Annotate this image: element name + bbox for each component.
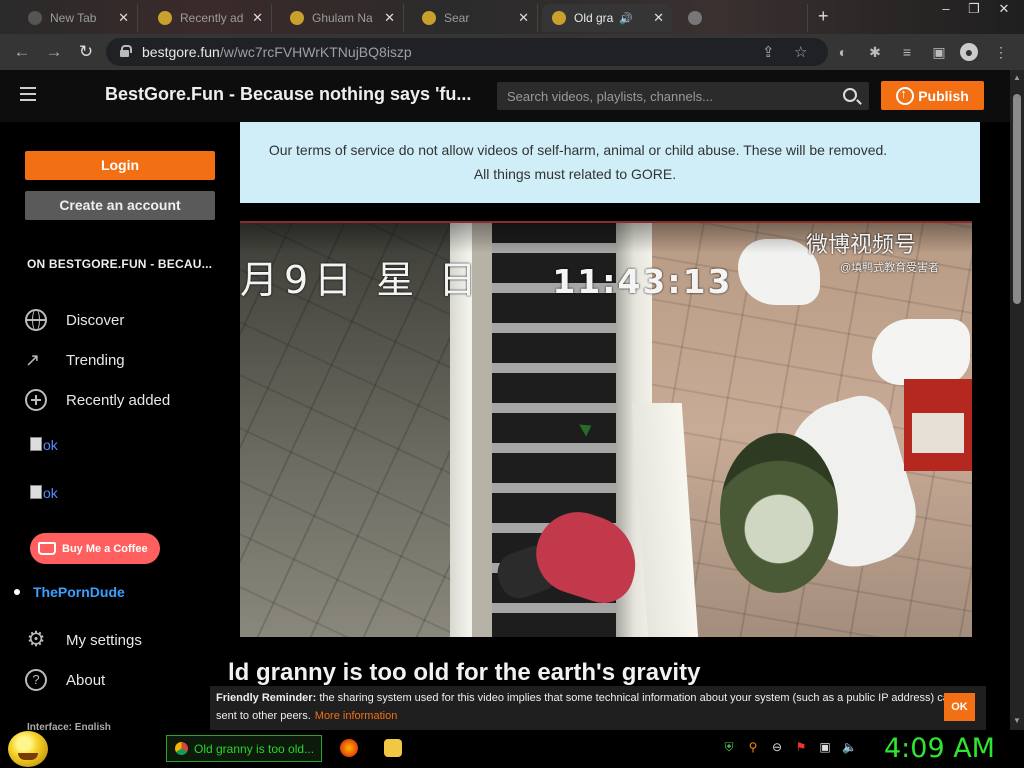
- search-input[interactable]: [497, 82, 827, 110]
- cookie-notice: Friendly Reminder: the sharing system us…: [210, 686, 986, 730]
- close-tab-icon[interactable]: ✕: [653, 10, 664, 26]
- tab-favicon-icon: [688, 11, 702, 25]
- video-player[interactable]: 月9日 星 日 11:43:13 微博视频号 @填鸭式教育受害者: [240, 221, 972, 637]
- profile-avatar-icon[interactable]: ●: [960, 43, 978, 61]
- close-tab-icon[interactable]: ✕: [118, 10, 129, 26]
- extensions-puzzle-icon[interactable]: ✱: [866, 43, 884, 61]
- create-account-button[interactable]: Create an account: [25, 191, 215, 220]
- scrollbar-thumb[interactable]: [1013, 94, 1021, 304]
- reload-icon[interactable]: ↻: [76, 42, 96, 62]
- browser-menu-icon[interactable]: ⋮: [992, 43, 1010, 61]
- video-title: ld granny is too old for the earth's gra…: [228, 659, 701, 686]
- notice-line-2: All things must related to GORE.: [473, 166, 677, 182]
- tab-audio-icon[interactable]: 🔊: [619, 12, 633, 25]
- scroll-up-icon[interactable]: ▲: [1013, 73, 1021, 82]
- site-title[interactable]: BestGore.Fun - Because nothing says 'fu.…: [105, 84, 490, 105]
- browser-toolbar: ← → ↻ bestgore.fun/w/wc7rcFVHWrKTNujBQ8i…: [0, 34, 1024, 70]
- plus-circle-icon: [25, 389, 47, 411]
- external-link-item[interactable]: ThePornDude: [14, 584, 125, 600]
- broken-image-link[interactable]: ok: [30, 437, 58, 453]
- media-control-icon[interactable]: ≡: [898, 43, 916, 61]
- file-explorer-icon[interactable]: [384, 739, 402, 757]
- broken-image-icon: [30, 485, 42, 499]
- close-tab-icon[interactable]: ✕: [384, 10, 395, 26]
- back-icon[interactable]: ←: [12, 42, 32, 62]
- sidebar-item-trending[interactable]: ↗ Trending: [25, 347, 125, 373]
- login-button[interactable]: Login: [25, 151, 215, 180]
- share-icon[interactable]: ⇪: [762, 43, 775, 61]
- sidebar-item-about[interactable]: ? About: [25, 667, 105, 693]
- broken-image-link[interactable]: ok: [30, 485, 58, 501]
- tab-favicon-icon: [158, 11, 172, 25]
- sidebar: Login Create an account ON BESTGORE.FUN …: [0, 122, 240, 730]
- close-window-icon[interactable]: ✕: [990, 0, 1018, 22]
- address-url[interactable]: bestgore.fun/w/wc7rcFVHWrKTNujBQ8iszp: [142, 44, 412, 60]
- browser-tab[interactable]: Sear ✕: [412, 4, 538, 32]
- page-scrollbar[interactable]: ▲ ▼: [1010, 70, 1024, 730]
- bullet: [14, 589, 20, 595]
- security-shield-icon[interactable]: ⛨: [722, 740, 736, 754]
- browser-tab-strip: New Tab ✕ Recently ad ✕ Ghulam Na ✕ Sear…: [0, 0, 1024, 34]
- publish-button[interactable]: Publish: [881, 81, 984, 110]
- notice-line-1: Our terms of service do not allow videos…: [268, 142, 888, 158]
- flag-icon[interactable]: ⚑: [794, 740, 808, 754]
- scroll-down-icon[interactable]: ▼: [1013, 716, 1021, 725]
- new-tab-icon[interactable]: +: [818, 6, 829, 27]
- help-icon: ?: [25, 669, 47, 691]
- cookie-ok-button[interactable]: OK: [944, 693, 975, 721]
- browser-tab[interactable]: [678, 4, 808, 32]
- side-panel-icon[interactable]: ▣: [930, 43, 948, 61]
- sidebar-item-my-settings[interactable]: ⚙ My settings: [25, 627, 142, 653]
- video-watermark: 微博视频号 @填鸭式教育受害者: [806, 233, 940, 274]
- globe-icon: [25, 309, 47, 331]
- hamburger-menu-icon[interactable]: [20, 87, 36, 103]
- sidebar-item-discover[interactable]: Discover: [25, 307, 124, 333]
- interface-language[interactable]: Interface: English: [27, 722, 111, 730]
- taskbar-window-button[interactable]: Old granny is too old...: [166, 735, 322, 762]
- close-tab-icon[interactable]: ✕: [252, 10, 263, 26]
- lock-icon: [120, 45, 132, 57]
- tab-favicon-icon: [552, 11, 566, 25]
- gear-icon: ⚙: [26, 628, 46, 651]
- sidebar-section-heading: ON BESTGORE.FUN - BECAU...: [27, 257, 213, 271]
- minimize-icon[interactable]: –: [932, 0, 960, 22]
- coffee-cup-icon: [38, 542, 56, 555]
- buy-me-a-coffee-button[interactable]: Buy Me a Coffee: [30, 533, 160, 564]
- search-icon[interactable]: [843, 88, 857, 102]
- video-timestamp-overlay: 月9日 星 日 11:43:13: [240, 258, 733, 302]
- upload-icon: [896, 86, 915, 105]
- tab-favicon-icon: [422, 11, 436, 25]
- tab-favicon-icon: [28, 11, 42, 25]
- chrome-icon: [175, 742, 188, 755]
- site-header: BestGore.Fun - Because nothing says 'fu.…: [0, 70, 1010, 122]
- trending-icon: ↗: [25, 350, 41, 370]
- minus-circle-icon[interactable]: ⊖: [770, 740, 784, 754]
- sidebar-item-recently-added[interactable]: Recently added: [25, 387, 170, 413]
- search-tray-icon[interactable]: ⚲: [746, 740, 760, 754]
- bookmark-star-icon[interactable]: ☆: [794, 43, 807, 61]
- forward-icon[interactable]: →: [44, 42, 64, 62]
- tab-favicon-icon: [290, 11, 304, 25]
- terms-notice-banner: Our terms of service do not allow videos…: [240, 122, 980, 203]
- browser-tab[interactable]: New Tab ✕: [18, 4, 138, 32]
- firefox-icon[interactable]: [340, 739, 358, 757]
- search-bar: [497, 82, 869, 110]
- close-tab-icon[interactable]: ✕: [518, 10, 529, 26]
- network-icon[interactable]: ▣: [818, 740, 832, 754]
- browser-tab[interactable]: Recently ad ✕: [148, 4, 272, 32]
- start-button-smiley-icon[interactable]: [8, 731, 48, 767]
- broken-image-icon: [30, 437, 42, 451]
- browser-tab-active[interactable]: Old gra 🔊 ✕: [542, 4, 672, 32]
- volume-icon[interactable]: 🔈: [842, 740, 857, 754]
- maximize-icon[interactable]: ❐: [960, 0, 988, 22]
- browser-tab[interactable]: Ghulam Na ✕: [280, 4, 404, 32]
- os-taskbar: Old granny is too old... ⛨ ⚲ ⊖ ⚑ ▣ 🔈 4:0…: [0, 730, 1024, 768]
- address-bar[interactable]: bestgore.fun/w/wc7rcFVHWrKTNujBQ8iszp ⇪ …: [106, 38, 828, 66]
- more-information-link[interactable]: More information: [315, 710, 398, 722]
- taskbar-clock[interactable]: 4:09 AM: [884, 733, 995, 764]
- extension-flag-icon[interactable]: ◐: [834, 43, 852, 61]
